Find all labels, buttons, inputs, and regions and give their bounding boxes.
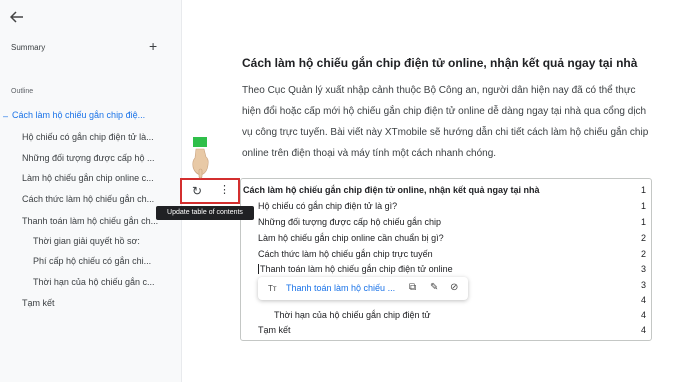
outline-item[interactable]: Thời hạn của hộ chiếu gắn c...	[33, 277, 173, 287]
toc-page: 2	[640, 249, 646, 259]
table-of-contents[interactable]: Cách làm hộ chiếu gắn chip điện tử onlin…	[240, 178, 652, 341]
toc-entry[interactable]: Thời hạn của hộ chiếu gắn chip điện tử	[274, 310, 431, 320]
edit-link-icon[interactable]: ✎	[430, 282, 438, 293]
toc-entry[interactable]: Làm hộ chiếu gắn chip online cần chuẩn b…	[258, 233, 444, 243]
toc-entry[interactable]: Hộ chiếu có gắn chip điện tử là gì?	[258, 201, 397, 211]
outline-item[interactable]: Làm hộ chiếu gắn chip online c...	[22, 173, 172, 183]
toc-page: 4	[640, 295, 646, 305]
outline-item[interactable]: Phí cấp hộ chiếu có gắn chi...	[33, 256, 173, 266]
document-body: Cách làm hộ chiếu gắn chip điện tử onlin…	[182, 0, 680, 382]
link-preview-chip: Tт Thanh toán làm hộ chiếu ... ⧉ ✎ ⊘	[258, 277, 468, 300]
outline-item[interactable]: Thời gian giải quyết hồ sơ:	[33, 236, 173, 246]
back-arrow-icon[interactable]	[9, 10, 26, 26]
pointing-hand-icon	[192, 137, 209, 179]
toc-entry[interactable]: Tạm kết	[258, 325, 291, 335]
toc-page: 3	[640, 280, 646, 290]
outline-label: Outline	[11, 88, 34, 95]
toc-entry[interactable]: Cách thức làm hộ chiếu gắn chip trực tuy…	[258, 249, 433, 259]
toc-page: 1	[640, 201, 646, 211]
toc-page: 4	[640, 310, 646, 320]
document-heading: Cách làm hộ chiếu gắn chip điện tử onlin…	[242, 56, 638, 70]
add-summary-icon[interactable]: +	[149, 39, 157, 53]
toc-entry[interactable]: Những đối tượng được cấp hộ chiếu gắn ch…	[258, 217, 441, 227]
copy-link-icon[interactable]: ⧉	[409, 282, 416, 293]
remove-link-icon[interactable]: ⊘	[450, 282, 458, 293]
refresh-icon[interactable]: ↻	[192, 184, 202, 198]
toc-page: 3	[640, 264, 646, 274]
active-indicator: –	[3, 111, 9, 121]
toc-toolbar-highlight	[180, 178, 240, 204]
toc-page: 1	[640, 217, 646, 227]
outline-sidebar: Summary + Outline – Cách làm hộ chiếu gắ…	[0, 0, 182, 382]
outline-item[interactable]: Tạm kết	[22, 298, 172, 308]
toc-page: 4	[640, 325, 646, 335]
text-style-icon[interactable]: Tт	[268, 284, 277, 293]
document-paragraph: Theo Cục Quản lý xuất nhập cảnh thuộc Bộ…	[242, 85, 649, 159]
toc-page: 1	[640, 185, 646, 195]
more-options-icon[interactable]: ⋮	[219, 183, 230, 196]
outline-item[interactable]: Cách thức làm hộ chiếu gắn ch...	[22, 194, 172, 204]
summary-label: Summary	[11, 43, 46, 52]
update-toc-tooltip: Update table of contents	[156, 206, 254, 220]
outline-item[interactable]: Hộ chiếu có gắn chip điện tử là...	[22, 132, 172, 142]
toc-entry[interactable]: Thanh toán làm hộ chiếu gắn chip điện tử…	[258, 264, 453, 274]
toc-entry[interactable]: Cách làm hộ chiếu gắn chip điện tử onlin…	[243, 185, 540, 195]
outline-item[interactable]: Những đối tượng được cấp hộ ...	[22, 153, 172, 163]
chip-link-text[interactable]: Thanh toán làm hộ chiếu ...	[286, 283, 395, 293]
toc-page: 2	[640, 233, 646, 243]
outline-item[interactable]: Thanh toán làm hộ chiếu gắn ch...	[22, 216, 172, 226]
outline-item[interactable]: Cách làm hộ chiếu gắn chip điệ...	[12, 110, 172, 120]
